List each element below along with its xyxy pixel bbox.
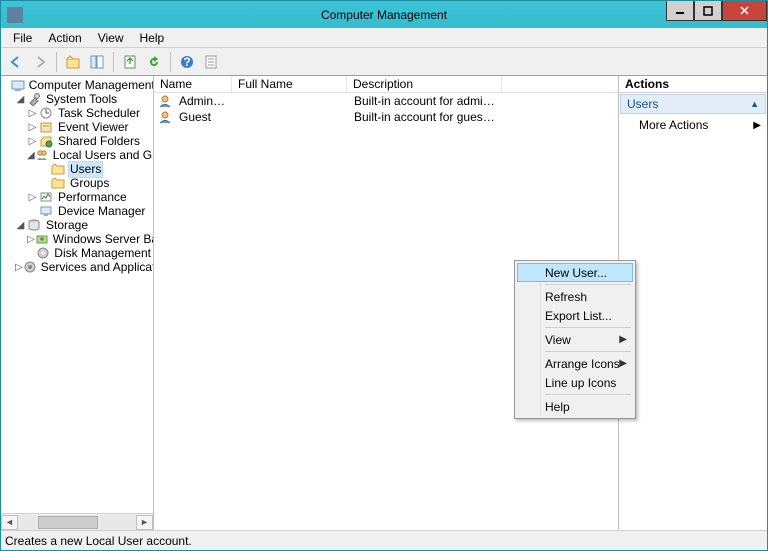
menu-file[interactable]: File bbox=[7, 29, 38, 47]
tree-services-apps[interactable]: ▷Services and Applications bbox=[3, 260, 153, 274]
status-text: Creates a new Local User account. bbox=[5, 534, 192, 548]
collapse-icon: ▲ bbox=[750, 99, 759, 109]
tree-device-manager[interactable]: ▷Device Manager bbox=[3, 204, 153, 218]
up-button[interactable] bbox=[62, 51, 84, 73]
svg-text:?: ? bbox=[183, 55, 190, 69]
users-icon bbox=[35, 148, 49, 162]
tree-event-viewer[interactable]: ▷Event Viewer bbox=[3, 120, 153, 134]
ctx-export-list[interactable]: Export List... bbox=[517, 306, 633, 325]
tree-root[interactable]: ▷Computer Management (Local bbox=[3, 78, 153, 92]
tree-panel: ▷Computer Management (Local ◢System Tool… bbox=[1, 76, 154, 530]
chevron-right-icon: ▶ bbox=[619, 358, 627, 369]
ctx-refresh[interactable]: Refresh bbox=[517, 287, 633, 306]
folder-icon bbox=[50, 176, 66, 190]
computer-icon bbox=[11, 78, 25, 92]
tree-system-tools[interactable]: ◢System Tools bbox=[3, 92, 153, 106]
perf-icon bbox=[38, 190, 54, 204]
col-spacer bbox=[502, 76, 618, 92]
list-header: Name Full Name Description bbox=[154, 76, 618, 93]
scroll-right-icon[interactable]: ► bbox=[136, 515, 153, 530]
cell-name: Administrator bbox=[173, 94, 233, 108]
col-full-name[interactable]: Full Name bbox=[232, 76, 347, 92]
menu-action[interactable]: Action bbox=[42, 29, 87, 47]
actions-more[interactable]: More Actions ▶ bbox=[619, 115, 767, 135]
tree-performance[interactable]: ▷Performance bbox=[3, 190, 153, 204]
ctx-help[interactable]: Help bbox=[517, 397, 633, 416]
tree-users[interactable]: ▷Users bbox=[3, 162, 153, 176]
chevron-right-icon: ▶ bbox=[753, 120, 761, 131]
ctx-view[interactable]: View▶ bbox=[517, 330, 633, 349]
share-icon bbox=[38, 134, 54, 148]
menu-view[interactable]: View bbox=[92, 29, 130, 47]
ctx-new-user[interactable]: New User... bbox=[517, 263, 633, 282]
list-panel: Name Full Name Description Administrator… bbox=[154, 76, 619, 530]
tree-task-scheduler[interactable]: ▷Task Scheduler bbox=[3, 106, 153, 120]
clock-icon bbox=[38, 106, 54, 120]
refresh-button[interactable] bbox=[143, 51, 165, 73]
menu-help[interactable]: Help bbox=[134, 29, 171, 47]
services-icon bbox=[23, 260, 37, 274]
app-icon bbox=[7, 7, 23, 23]
window-title: Computer Management bbox=[321, 8, 447, 22]
user-icon bbox=[157, 93, 173, 109]
tree-hscroll[interactable]: ◄ ► bbox=[1, 513, 153, 530]
actions-panel: Actions Users ▲ More Actions ▶ bbox=[619, 76, 767, 530]
tree-groups[interactable]: ▷Groups bbox=[3, 176, 153, 190]
ctx-line-up[interactable]: Line up Icons bbox=[517, 373, 633, 392]
toolbar: ? bbox=[1, 48, 767, 76]
folder-icon bbox=[50, 162, 66, 176]
minimize-button[interactable] bbox=[666, 1, 694, 21]
backup-icon bbox=[35, 232, 49, 246]
scroll-left-icon[interactable]: ◄ bbox=[1, 515, 18, 530]
cell-description: Built-in account for administering... bbox=[348, 94, 503, 108]
list-row[interactable]: Guest Built-in account for guest access t… bbox=[154, 109, 618, 125]
ctx-arrange-icons[interactable]: Arrange Icons▶ bbox=[517, 354, 633, 373]
col-name[interactable]: Name bbox=[154, 76, 232, 92]
tools-icon bbox=[26, 92, 42, 106]
back-button[interactable] bbox=[5, 51, 27, 73]
tree-shared-folders[interactable]: ▷Shared Folders bbox=[3, 134, 153, 148]
actions-category[interactable]: Users ▲ bbox=[620, 94, 766, 114]
maximize-button[interactable] bbox=[694, 1, 722, 21]
title-bar: Computer Management bbox=[0, 0, 768, 28]
cell-description: Built-in account for guest access t... bbox=[348, 110, 503, 124]
forward-button[interactable] bbox=[29, 51, 51, 73]
device-icon bbox=[38, 204, 54, 218]
event-icon bbox=[38, 120, 54, 134]
help-button[interactable]: ? bbox=[176, 51, 198, 73]
disk-icon bbox=[36, 246, 50, 260]
list-row[interactable]: Administrator Built-in account for admini… bbox=[154, 93, 618, 109]
properties-button[interactable] bbox=[200, 51, 222, 73]
user-icon bbox=[157, 109, 173, 125]
close-button[interactable] bbox=[722, 1, 767, 21]
status-bar: Creates a new Local User account. bbox=[1, 530, 767, 550]
chevron-right-icon: ▶ bbox=[619, 334, 627, 345]
cell-name: Guest bbox=[173, 110, 233, 124]
tree-disk-mgmt[interactable]: ▷Disk Management bbox=[3, 246, 153, 260]
col-description[interactable]: Description bbox=[347, 76, 502, 92]
tree-wsb[interactable]: ▷Windows Server Backup bbox=[3, 232, 153, 246]
storage-icon bbox=[26, 218, 42, 232]
show-hide-button[interactable] bbox=[86, 51, 108, 73]
actions-header: Actions bbox=[619, 76, 767, 93]
tree-storage[interactable]: ◢Storage bbox=[3, 218, 153, 232]
menu-bar: File Action View Help bbox=[1, 28, 767, 48]
context-menu: New User... Refresh Export List... View▶… bbox=[514, 260, 636, 419]
export-button[interactable] bbox=[119, 51, 141, 73]
